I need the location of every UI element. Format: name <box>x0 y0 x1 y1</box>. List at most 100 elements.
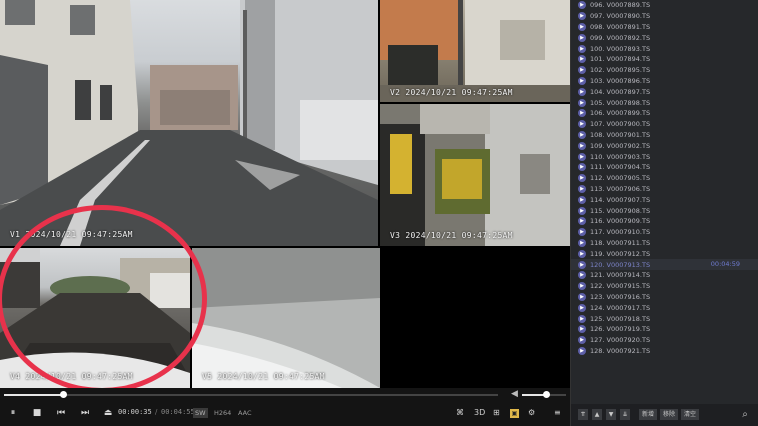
video-file-icon: ▶ <box>578 163 586 172</box>
search-icon[interactable]: ⌕ <box>739 409 751 420</box>
stop-icon[interactable]: ■ <box>30 405 44 421</box>
playlist-item[interactable]: ▶ 121. V0007914.TS <box>571 270 758 281</box>
playlist-item[interactable]: ▶ 124. V0007917.TS <box>571 302 758 313</box>
playlist-item-label: 102. V0007895.TS <box>590 66 651 75</box>
playlist-item[interactable]: ▶ 117. V0007910.TS <box>571 227 758 238</box>
playlist-item-label: 113. V0007906.TS <box>590 184 651 193</box>
playlist-item[interactable]: ▶ 099. V0007892.TS <box>571 32 758 43</box>
video-file-icon: ▶ <box>578 206 586 215</box>
next-icon[interactable]: ⏭ <box>78 405 92 421</box>
playlist-item-label: 103. V0007896.TS <box>590 76 651 85</box>
video-file-icon: ▶ <box>578 325 586 334</box>
playlist-item-label: 115. V0007908.TS <box>590 206 651 215</box>
playlist-item[interactable]: ▶ 107. V0007900.TS <box>571 119 758 130</box>
playlist-item[interactable]: ▶ 096. V0007889.TS <box>571 0 758 11</box>
playlist-item-label: 114. V0007907.TS <box>590 195 651 204</box>
playlist-item[interactable]: ▶ 097. V0007890.TS <box>571 11 758 22</box>
playlist-item[interactable]: ▶ 125. V0007918.TS <box>571 313 758 324</box>
video-file-icon: ▶ <box>578 130 586 139</box>
playlist-item-label: 124. V0007917.TS <box>590 303 651 312</box>
playlist-item-label: 111. V0007904.TS <box>590 163 651 172</box>
playlist-item-label: 117. V0007910.TS <box>590 228 651 237</box>
playlist-item-label: 101. V0007894.TS <box>590 55 651 64</box>
playlist-item[interactable]: ▶ 114. V0007907.TS <box>571 194 758 205</box>
video-file-icon: ▶ <box>578 120 586 129</box>
settings-icon[interactable]: ⚙ <box>528 405 535 421</box>
volume-handle[interactable] <box>543 391 551 398</box>
playlist-item[interactable]: ▶ 106. V0007899.TS <box>571 108 758 119</box>
eject-icon[interactable]: ⏏ <box>102 405 114 421</box>
video-tile-v5[interactable]: V5 2024/10/21 09:47:25AM <box>192 248 380 388</box>
volume-icon[interactable]: ◀ <box>511 389 518 399</box>
playlist-item[interactable]: ▶ 100. V0007893.TS <box>571 43 758 54</box>
playlist-item[interactable]: ▶ 115. V0007908.TS <box>571 205 758 216</box>
playlist-item[interactable]: ▶ 109. V0007902.TS <box>571 140 758 151</box>
playlist-item[interactable]: ▶ 112. V0007905.TS <box>571 173 758 184</box>
playlist-toolbar: ⇈ ▲ ▼ ⇊ 新增 移除 清空 ⌕ <box>570 404 758 426</box>
playlist-item[interactable]: ▶ 116. V0007909.TS <box>571 216 758 227</box>
playlist-item-label: 105. V0007898.TS <box>590 98 651 107</box>
move-down-icon[interactable]: ▼ <box>606 409 616 420</box>
video-tile-empty[interactable] <box>380 248 570 388</box>
playlist-item[interactable]: ▶ 105. V0007898.TS <box>571 97 758 108</box>
video-tile-v2[interactable]: V2 2024/10/21 09:47:25AM <box>380 0 570 102</box>
move-bottom-icon[interactable]: ⇊ <box>620 409 630 420</box>
playlist-item[interactable]: ▶ 101. V0007894.TS <box>571 54 758 65</box>
video-file-icon: ▶ <box>578 66 586 75</box>
playlist-item-label: 118. V0007911.TS <box>590 238 651 247</box>
playlist-item[interactable]: ▶ 111. V0007904.TS <box>571 162 758 173</box>
prev-icon[interactable]: ⏮ <box>54 405 68 421</box>
snapshot-icon[interactable]: ⌘ <box>456 405 464 421</box>
playlist-item[interactable]: ▶ 103. V0007896.TS <box>571 76 758 87</box>
video-file-icon: ▶ <box>578 282 586 291</box>
playlist-item-label: 100. V0007893.TS <box>590 44 651 53</box>
playlist-item[interactable]: ▶ 128. V0007921.TS <box>571 346 758 357</box>
playlist[interactable]: ▶ 096. V0007889.TS ▶ 097. V0007890.TS ▶ 098. … <box>570 0 758 404</box>
pause-icon[interactable]: ⏸ <box>6 405 20 421</box>
playlist-item[interactable]: ▶ 123. V0007916.TS <box>571 292 758 303</box>
control-row: ⏸ ■ ⏮ ⏭ ⏏ 00:00:35 / 00:04:55 SW H264 AA… <box>0 405 570 423</box>
layout-icon[interactable]: ⊞ <box>493 405 500 421</box>
video-tile-v1[interactable]: V1 2024/10/21 09:47:25AM <box>0 0 378 246</box>
playlist-item-label: 126. V0007919.TS <box>590 325 651 334</box>
video-file-icon: ▶ <box>578 228 586 237</box>
playlist-item-label: 123. V0007916.TS <box>590 292 651 301</box>
playlist-item-label: 125. V0007918.TS <box>590 314 651 323</box>
playlist-item[interactable]: ▶ 102. V0007895.TS <box>571 65 758 76</box>
time-separator: / <box>155 408 158 416</box>
playlist-item-label: 104. V0007897.TS <box>590 87 651 96</box>
timestamp-v2: V2 2024/10/21 09:47:25AM <box>390 88 513 97</box>
3d-button[interactable]: 3D <box>474 405 485 421</box>
add-button[interactable]: 新增 <box>639 409 657 420</box>
clear-button[interactable]: 清空 <box>681 409 699 420</box>
playlist-item-label: 116. V0007909.TS <box>590 217 651 226</box>
playlist-item[interactable]: ▶ 098. V0007891.TS <box>571 22 758 33</box>
playlist-item[interactable]: ▶ 122. V0007915.TS <box>571 281 758 292</box>
video-file-icon: ▶ <box>578 238 586 247</box>
video-tile-v3[interactable]: V3 2024/10/21 09:47:25AM <box>380 104 570 246</box>
video-file-icon: ▶ <box>578 87 586 96</box>
highlight-toggle-icon[interactable]: ▣ <box>510 409 519 418</box>
playlist-item[interactable]: ▶ 118. V0007911.TS <box>571 238 758 249</box>
move-up-icon[interactable]: ▲ <box>592 409 602 420</box>
menu-icon[interactable]: ≡ <box>554 405 561 421</box>
timestamp-v5: V5 2024/10/21 09:47:25AM <box>202 372 325 381</box>
video-file-icon: ▶ <box>578 98 586 107</box>
progress-handle[interactable] <box>60 391 68 398</box>
playlist-item[interactable]: ▶ 120. V0007913.TS 00:04:59 <box>571 259 758 270</box>
video-grid[interactable]: V1 2024/10/21 09:47:25AM V2 2024/10/21 0… <box>0 0 570 393</box>
playlist-item[interactable]: ▶ 127. V0007920.TS <box>571 335 758 346</box>
progress-bar[interactable] <box>4 391 498 398</box>
playlist-item-label: 098. V0007891.TS <box>590 22 651 31</box>
playlist-item[interactable]: ▶ 108. V0007901.TS <box>571 130 758 141</box>
playlist-item[interactable]: ▶ 110. V0007903.TS <box>571 151 758 162</box>
playlist-item[interactable]: ▶ 113. V0007906.TS <box>571 184 758 195</box>
move-top-icon[interactable]: ⇈ <box>578 409 588 420</box>
volume-slider[interactable] <box>522 391 566 398</box>
playlist-item[interactable]: ▶ 104. V0007897.TS <box>571 86 758 97</box>
video-file-icon: ▶ <box>578 195 586 204</box>
playlist-item[interactable]: ▶ 126. V0007919.TS <box>571 324 758 335</box>
progress-fill <box>4 394 64 396</box>
playlist-item[interactable]: ▶ 119. V0007912.TS <box>571 248 758 259</box>
remove-button[interactable]: 移除 <box>660 409 678 420</box>
